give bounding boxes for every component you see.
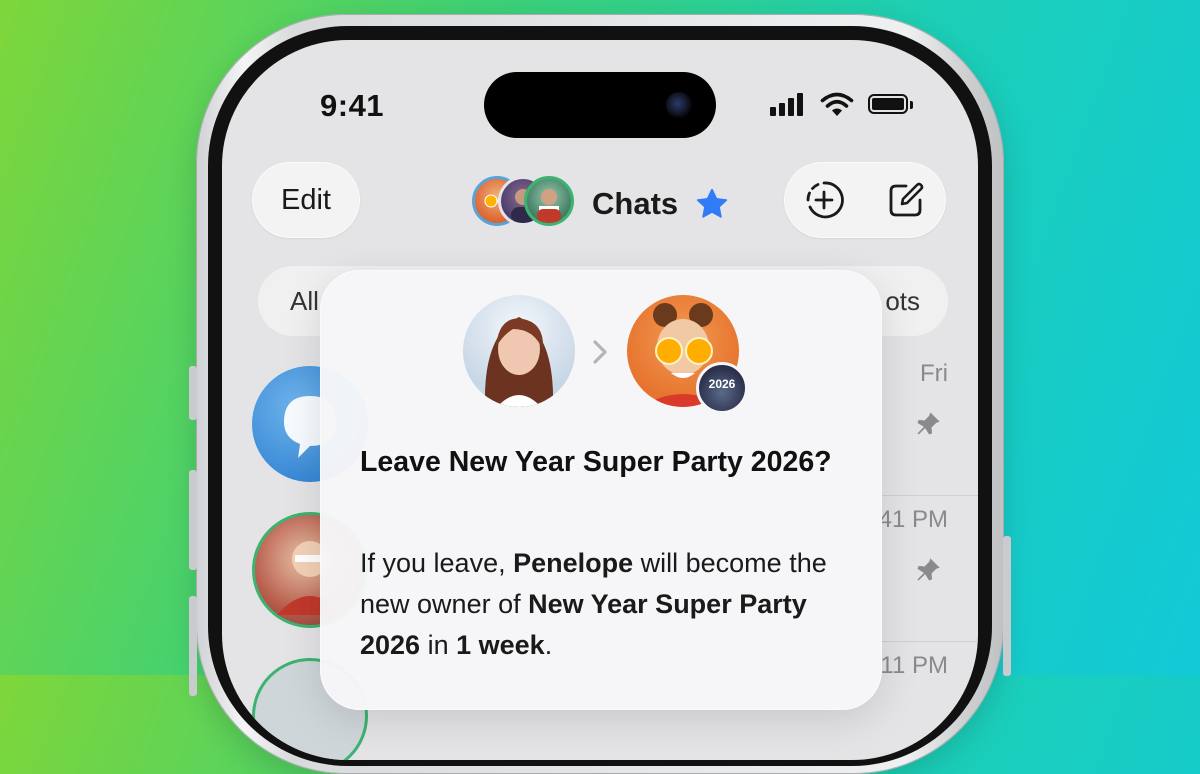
current-owner-avatar	[463, 295, 575, 407]
pin-icon	[917, 558, 940, 581]
add-story-icon[interactable]	[804, 180, 844, 220]
badge-text: 2026	[708, 377, 736, 391]
star-icon	[696, 188, 728, 218]
ownership-period: 1 week	[456, 630, 545, 660]
group-badge: 2026	[696, 362, 748, 414]
dialog-title: Leave New Year Super Party 2026?	[360, 446, 832, 478]
chat-time: Fri	[920, 360, 948, 387]
leave-group-dialog: 2026 Leave New Year Super Party 2026? If…	[320, 270, 882, 710]
compose-icon[interactable]	[886, 180, 926, 220]
new-owner-name: Penelope	[513, 548, 634, 578]
front-camera	[666, 92, 692, 118]
volume-down-button	[189, 596, 197, 696]
tab-all[interactable]: All	[290, 286, 319, 317]
chat-time: 41 PM	[878, 506, 948, 533]
wifi-icon	[820, 92, 854, 116]
battery-icon	[868, 94, 908, 114]
edit-button[interactable]: Edit	[252, 162, 360, 238]
chevron-right-icon	[593, 340, 607, 364]
chats-title-group[interactable]: Chats	[468, 174, 738, 234]
page-title: Chats	[592, 186, 679, 221]
folder-avatar-3	[524, 176, 574, 226]
tab-bots[interactable]: ots	[885, 286, 920, 317]
cellular-signal-icon	[770, 92, 810, 118]
nav-actions	[784, 162, 946, 238]
power-button	[1003, 536, 1011, 676]
action-button	[189, 366, 197, 420]
volume-up-button	[189, 470, 197, 570]
chat-time: 11 PM	[880, 652, 948, 679]
status-icons	[770, 92, 920, 122]
status-time: 9:41	[320, 88, 385, 123]
dynamic-island	[484, 72, 716, 138]
pin-icon	[917, 412, 940, 435]
dialog-message: If you leave, Penelope will become the n…	[360, 548, 827, 660]
